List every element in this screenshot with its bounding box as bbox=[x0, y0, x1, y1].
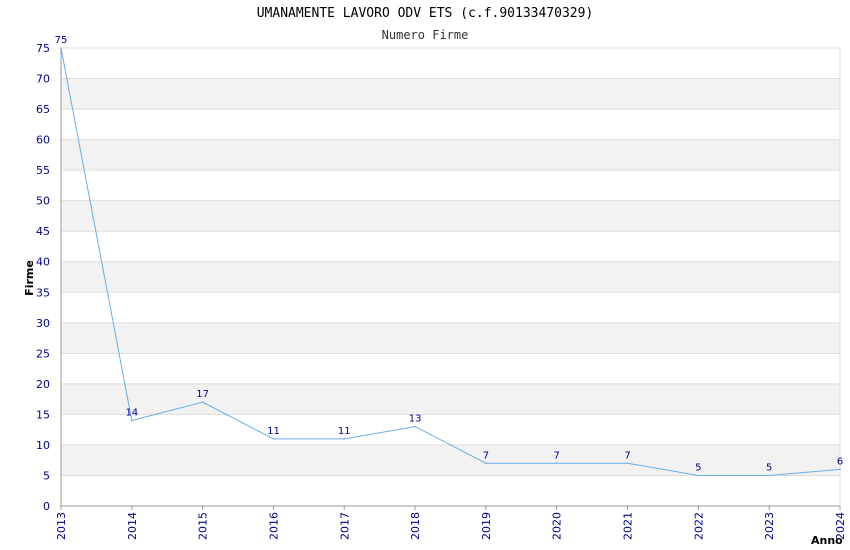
data-label: 75 bbox=[55, 35, 68, 46]
x-tick-label: 2021 bbox=[622, 512, 635, 540]
data-point bbox=[839, 468, 841, 471]
y-axis-title: Firme bbox=[23, 260, 36, 296]
y-tick-label: 65 bbox=[36, 103, 50, 116]
data-label: 6 bbox=[837, 456, 843, 467]
grid-band bbox=[61, 139, 840, 171]
y-tick-label: 60 bbox=[36, 134, 50, 147]
x-tick-label: 2017 bbox=[338, 512, 351, 540]
data-point bbox=[768, 474, 770, 477]
x-tick-label: 2022 bbox=[692, 512, 705, 540]
data-point bbox=[60, 47, 62, 49]
y-tick-label: 75 bbox=[36, 42, 50, 55]
x-tick-label: 2015 bbox=[197, 512, 210, 540]
y-tick-label: 10 bbox=[36, 439, 50, 452]
data-label: 14 bbox=[125, 408, 138, 419]
chart: UMANAMENTE LAVORO ODV ETS (c.f.901334703… bbox=[0, 0, 850, 550]
x-tick-label: 2019 bbox=[480, 512, 493, 540]
grid-band bbox=[61, 261, 840, 293]
y-tick-label: 50 bbox=[36, 195, 50, 208]
grid-band bbox=[61, 322, 840, 354]
plot-area: 051015202530354045505560657075 2013 2014 2… bbox=[23, 35, 847, 547]
data-label: 7 bbox=[624, 450, 630, 461]
data-label: 13 bbox=[409, 414, 422, 425]
x-tick-label: 2018 bbox=[409, 512, 422, 540]
data-label: 7 bbox=[483, 450, 489, 461]
grid-band bbox=[61, 200, 840, 232]
x-tick-label: 2020 bbox=[551, 512, 564, 540]
data-point bbox=[343, 438, 346, 440]
y-tick-label: 5 bbox=[43, 469, 50, 482]
y-tick-label: 0 bbox=[43, 500, 50, 513]
y-tick-label: 45 bbox=[36, 225, 50, 238]
data-point bbox=[485, 462, 487, 465]
x-tick-label: 2023 bbox=[763, 512, 776, 540]
data-point bbox=[414, 425, 416, 428]
y-tick-label: 55 bbox=[36, 164, 50, 177]
data-point bbox=[131, 419, 133, 422]
data-label: 5 bbox=[766, 462, 772, 473]
grid-band bbox=[61, 78, 840, 110]
x-tick-label: 2013 bbox=[55, 512, 68, 540]
data-point bbox=[555, 462, 558, 465]
y-tick-label: 30 bbox=[36, 317, 50, 330]
data-point bbox=[201, 401, 204, 403]
x-tick-label: 2014 bbox=[126, 512, 139, 540]
y-tick-label: 40 bbox=[36, 256, 50, 269]
data-label: 17 bbox=[196, 389, 209, 400]
grid-band bbox=[61, 444, 840, 476]
data-label: 11 bbox=[338, 426, 351, 437]
y-tick-label: 25 bbox=[36, 347, 50, 360]
y-tick-label: 70 bbox=[36, 73, 50, 86]
data-label: 5 bbox=[695, 462, 701, 473]
data-point bbox=[626, 462, 629, 465]
y-tick-label: 20 bbox=[36, 378, 50, 391]
y-tick-label: 35 bbox=[36, 286, 50, 299]
grid-band bbox=[61, 383, 840, 415]
x-tick-label: 2016 bbox=[267, 512, 280, 540]
data-label: 7 bbox=[554, 450, 560, 461]
data-point bbox=[272, 438, 275, 440]
y-tick-label: 15 bbox=[36, 408, 50, 421]
data-label: 11 bbox=[267, 426, 280, 437]
data-point bbox=[697, 474, 700, 477]
x-axis-title: Anno bbox=[811, 534, 843, 547]
